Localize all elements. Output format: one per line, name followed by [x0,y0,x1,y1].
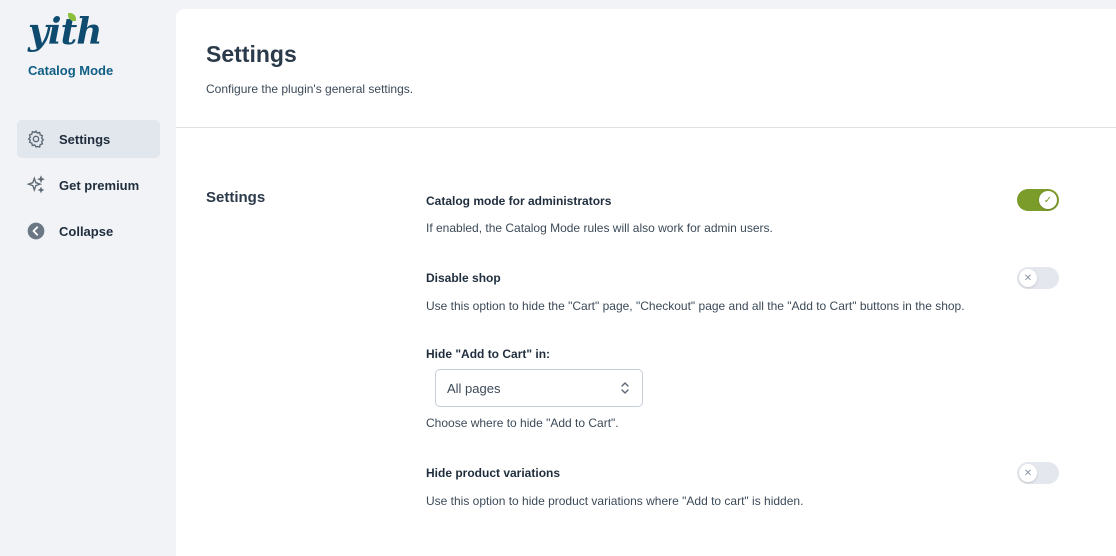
disable-shop-toggle[interactable]: ✕ [1017,267,1059,289]
gear-icon [26,129,46,149]
option-description: If enabled, the Catalog Mode rules will … [426,221,773,235]
sidebar: yith Catalog Mode Settings Get premium C… [0,0,176,556]
main-panel: Settings Configure the plugin's general … [176,9,1116,556]
sidebar-item-collapse[interactable]: Collapse [17,212,160,250]
page-header: Settings Configure the plugin's general … [176,9,1116,128]
section-title: Settings [206,189,266,206]
option-title-hide-add-to-cart: Hide "Add to Cart" in: [426,347,551,361]
option-description: Choose where to hide "Add to Cart". [426,416,619,430]
select-value: All pages [447,380,501,396]
x-icon: ✕ [1019,269,1037,287]
check-icon: ✓ [1039,191,1057,209]
yith-logo: yith [28,11,102,53]
option-title-disable-shop: Disable shop [426,271,501,285]
sidebar-item-label: Get premium [59,177,140,193]
sidebar-item-get-premium[interactable]: Get premium [17,166,160,204]
sidebar-item-label: Collapse [59,223,114,239]
sparkle-icon [26,175,46,195]
x-icon: ✕ [1019,464,1037,482]
option-title-hide-product-variations: Hide product variations [426,466,561,480]
hide-product-variations-toggle[interactable]: ✕ [1017,462,1059,484]
option-description: Use this option to hide product variatio… [426,494,804,508]
logo-text: yith [28,11,102,53]
sidebar-item-label: Settings [59,131,111,147]
page-description: Configure the plugin's general settings. [206,82,414,96]
arrow-left-circle-icon [26,221,46,241]
catalog-mode-admin-toggle[interactable]: ✓ [1017,189,1059,211]
chevron-up-down-icon [620,380,630,399]
option-title-catalog-mode-admin: Catalog mode for administrators [426,194,612,208]
page-title: Settings [206,41,297,67]
hide-add-to-cart-select[interactable]: All pages [435,369,643,407]
option-description: Use this option to hide the "Cart" page,… [426,299,965,313]
sidebar-item-settings[interactable]: Settings [17,120,160,158]
plugin-name: Catalog Mode [28,63,114,78]
